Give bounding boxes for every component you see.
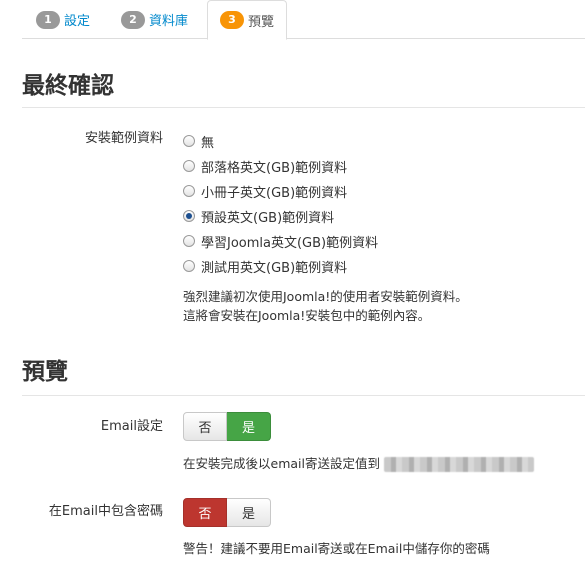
sample-option-brochure[interactable]: 小冊子英文(GB)範例資料 — [183, 182, 348, 201]
step-badge: 2 — [121, 10, 145, 29]
option-label: 小冊子英文(GB)範例資料 — [201, 185, 348, 201]
radio-button[interactable] — [183, 260, 195, 272]
sample-option-testing[interactable]: 測試用英文(GB)範例資料 — [183, 257, 348, 276]
tab-label: 設定 — [64, 14, 91, 29]
option-label: 學習Joomla英文(GB)範例資料 — [201, 235, 379, 251]
email-no-button[interactable]: 否 — [183, 412, 227, 441]
email-settings-toggle: 否 是 — [183, 412, 271, 441]
tab-preview[interactable]: 3 預覽 — [207, 0, 288, 40]
sample-help-line1: 強烈建議初次使用Joomla!的使用者安裝範例資料。 — [183, 289, 468, 304]
include-password-label: 在Email中包含密碼 — [48, 504, 163, 519]
email-help: 在安裝完成後以email寄送設定值到 — [183, 454, 534, 473]
divider — [22, 107, 585, 108]
preview-heading: 預覽 — [22, 358, 68, 385]
radio-button-checked[interactable] — [183, 210, 195, 222]
email-yes-button[interactable]: 是 — [227, 412, 271, 441]
radio-button[interactable] — [183, 160, 195, 172]
radio-button[interactable] — [183, 135, 195, 147]
radio-button[interactable] — [183, 235, 195, 247]
sample-help-line2: 這將會安裝在Joomla!安裝包中的範例內容。 — [183, 308, 431, 323]
step-tabs: 1 設定 2 資料庫 3 預覽 — [22, 0, 585, 40]
sample-option-none[interactable]: 無 — [183, 132, 215, 151]
tab-database[interactable]: 2 資料庫 — [121, 0, 188, 39]
step-badge: 1 — [36, 10, 60, 29]
sample-option-learn[interactable]: 學習Joomla英文(GB)範例資料 — [183, 232, 379, 251]
tab-settings[interactable]: 1 設定 — [36, 0, 90, 39]
sample-data-label: 安裝範例資料 — [84, 131, 163, 146]
email-help-text: 在安裝完成後以email寄送設定值到 — [183, 456, 380, 471]
password-warning: 警告！建議不要用Email寄送或在Email中儲存你的密碼 — [183, 541, 490, 556]
tab-label: 資料庫 — [149, 14, 189, 29]
step-badge: 3 — [220, 11, 244, 29]
sample-option-default[interactable]: 預設英文(GB)範例資料 — [183, 207, 335, 226]
redacted-email — [383, 457, 534, 472]
radio-button[interactable] — [183, 185, 195, 197]
option-label: 預設英文(GB)範例資料 — [201, 210, 335, 226]
tab-label: 預覽 — [248, 14, 275, 30]
sample-option-blog[interactable]: 部落格英文(GB)範例資料 — [183, 157, 348, 176]
option-label: 部落格英文(GB)範例資料 — [201, 160, 348, 176]
option-label: 無 — [201, 135, 215, 151]
include-password-toggle: 否 是 — [183, 498, 271, 527]
password-yes-button[interactable]: 是 — [227, 498, 271, 527]
email-settings-label: Email設定 — [100, 419, 163, 434]
password-no-button[interactable]: 否 — [183, 498, 227, 527]
divider — [22, 395, 585, 396]
final-confirm-heading: 最終確認 — [22, 72, 114, 99]
option-label: 測試用英文(GB)範例資料 — [201, 260, 348, 276]
